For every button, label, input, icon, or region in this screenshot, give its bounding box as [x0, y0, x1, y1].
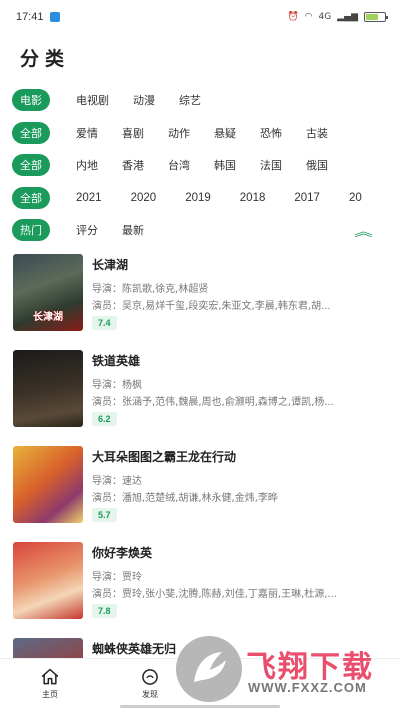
watermark-logo-icon [176, 636, 242, 702]
filter-type-movie[interactable]: 电影 [12, 89, 50, 111]
movie-score-badge: 6.2 [92, 412, 117, 426]
page-title: 分类 [20, 48, 71, 70]
filter-type-variety[interactable]: 综艺 [179, 92, 201, 108]
movie-actors: 演员：潘旭,范楚绒,胡谦,林永健,金炜,李晔 [92, 493, 278, 504]
list-item[interactable]: 你好李焕英 导演：贾玲 演员：贾玲,张小斐,沈腾,陈赫,刘佳,丁嘉丽,王琳,杜源… [0, 536, 400, 632]
filter-type-tv[interactable]: 电视剧 [76, 92, 109, 108]
wifi-icon: ◠ [304, 12, 313, 22]
movie-poster[interactable] [13, 542, 83, 619]
movie-score-badge: 7.4 [92, 316, 117, 330]
movie-title[interactable]: 你好李焕英 [92, 544, 152, 561]
nav-label-home: 主页 [42, 690, 58, 699]
nav-item-home[interactable]: 主页 [0, 659, 100, 712]
movie-poster[interactable] [13, 446, 83, 523]
filter-row-sort: 热门 评分 最新 ︽ [0, 214, 400, 246]
filter-genre-romance[interactable]: 爱情 [76, 125, 98, 141]
filter-genre-action[interactable]: 动作 [168, 125, 190, 141]
filter-genre-mystery[interactable]: 悬疑 [214, 125, 236, 141]
home-indicator [120, 705, 280, 708]
list-item[interactable]: 大耳朵图图之霸王龙在行动 导演：速达 演员：潘旭,范楚绒,胡谦,林永健,金炜,李… [0, 440, 400, 536]
filter-year-truncated[interactable]: 20 [349, 192, 362, 204]
filter-year-2018[interactable]: 2018 [240, 192, 266, 204]
filter-region-mainland[interactable]: 内地 [76, 157, 98, 173]
watermark: 飞翔下载 WWW.FXXZ.COM [176, 636, 400, 702]
filter-year-2020[interactable]: 2020 [131, 192, 157, 204]
discover-icon [142, 669, 158, 685]
filter-region-korea[interactable]: 韩国 [214, 157, 236, 173]
filter-year-2017[interactable]: 2017 [294, 192, 320, 204]
movie-director: 导演：速达 [92, 476, 142, 487]
movie-title[interactable]: 大耳朵图图之霸王龙在行动 [92, 448, 236, 465]
home-icon [41, 668, 59, 685]
status-time: 17:41 [16, 11, 44, 23]
filter-row-year: 全部 2021 2020 2019 2018 2017 20 [0, 182, 400, 214]
filter-genre-comedy[interactable]: 喜剧 [122, 125, 144, 141]
nav-label-discover: 发现 [142, 690, 158, 699]
filter-year-2019[interactable]: 2019 [185, 192, 211, 204]
battery-icon [364, 12, 388, 22]
alarm-icon: ⏰ [287, 12, 299, 22]
filter-genre-horror[interactable]: 恐怖 [260, 125, 282, 141]
filter-panel: 电影 电视剧 动漫 综艺 全部 爱情 喜剧 动作 悬疑 恐怖 古装 全部 内地 … [0, 84, 400, 246]
movie-actors: 演员：张涵予,范伟,魏晨,周也,俞灏明,森博之,谭凯,杨... [92, 397, 334, 408]
filter-genre-all[interactable]: 全部 [12, 121, 50, 144]
filter-region-france[interactable]: 法国 [260, 157, 282, 173]
signal-icon: ▂▄▆ [337, 12, 358, 22]
filter-genre-costume[interactable]: 古装 [306, 125, 328, 141]
movie-director: 导演：杨枫 [92, 380, 142, 391]
filter-sort-rating[interactable]: 评分 [76, 222, 98, 238]
movie-title[interactable]: 铁道英雄 [92, 352, 140, 369]
movie-director: 导演：陈凯歌,徐克,林超贤 [92, 284, 209, 295]
status-icons: ⏰ ◠ 4G ▂▄▆ [287, 12, 388, 22]
status-bar: 17:41 ⏰ ◠ 4G ▂▄▆ [0, 0, 400, 34]
poster-caption: 长津湖 [33, 312, 63, 323]
filter-sort-hot[interactable]: 热门 [12, 219, 50, 242]
collapse-chevron-icon[interactable]: ︽ [354, 221, 372, 240]
filter-region-taiwan[interactable]: 台湾 [168, 157, 190, 173]
filter-region-all[interactable]: 全部 [12, 154, 50, 177]
movie-score-badge: 5.7 [92, 508, 117, 522]
list-item[interactable]: 长津湖 长津湖 导演：陈凯歌,徐克,林超贤 演员：吴京,易烊千玺,段奕宏,朱亚文… [0, 248, 400, 344]
filter-row-genre: 全部 爱情 喜剧 动作 悬疑 恐怖 古装 [0, 117, 400, 149]
movie-score-badge: 7.8 [92, 604, 117, 618]
filter-sort-latest[interactable]: 最新 [122, 222, 144, 238]
movie-poster[interactable] [13, 350, 83, 427]
movie-title[interactable]: 蜘蛛侠英雄无归 [92, 640, 176, 657]
list-item[interactable]: 铁道英雄 导演：杨枫 演员：张涵予,范伟,魏晨,周也,俞灏明,森博之,谭凯,杨.… [0, 344, 400, 440]
network-label: 4G [318, 12, 332, 22]
filter-year-2021[interactable]: 2021 [76, 192, 102, 204]
notification-icon [49, 12, 60, 22]
movie-title[interactable]: 长津湖 [92, 256, 128, 273]
movie-actors: 演员：吴京,易烊千玺,段奕宏,朱亚文,李晨,韩东君,胡... [92, 301, 331, 312]
filter-region-russia[interactable]: 俄国 [306, 157, 328, 173]
watermark-url: WWW.FXXZ.COM [248, 680, 367, 695]
movie-actors: 演员：贾玲,张小斐,沈腾,陈赫,刘佳,丁嘉丽,王琳,杜源,... [92, 589, 337, 600]
filter-row-region: 全部 内地 香港 台湾 韩国 法国 俄国 [0, 149, 400, 181]
filter-year-all[interactable]: 全部 [12, 186, 50, 209]
filter-type-anime[interactable]: 动漫 [133, 92, 155, 108]
filter-row-type: 电影 电视剧 动漫 综艺 [0, 84, 400, 116]
filter-region-hongkong[interactable]: 香港 [122, 157, 144, 173]
movie-poster[interactable]: 长津湖 [13, 254, 83, 331]
movie-director: 导演：贾玲 [92, 572, 142, 583]
